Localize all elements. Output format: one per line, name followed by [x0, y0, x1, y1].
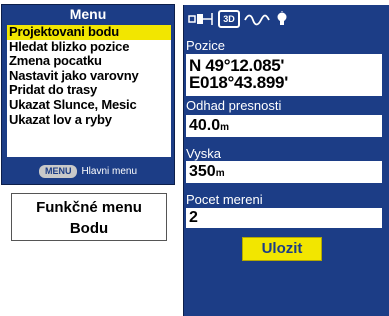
menu-item-hledat-blizko-pozice[interactable]: Hledat blizko pozice [7, 39, 171, 55]
count-field: 2 [186, 208, 382, 228]
save-button[interactable]: Ulozit [242, 237, 322, 261]
accuracy-unit: m [220, 122, 230, 133]
coordinates-field: N 49°12.085' E018°43.899' [186, 54, 382, 96]
pozice-label: Pozice [186, 38, 226, 53]
menu-list: Projektovani bodu Hledat blizko pozice Z… [7, 25, 171, 157]
position-screen: 3D Pozice N 49°12.085' E018°43.899' Odha… [183, 5, 389, 316]
menu-item-pridat-do-trasy[interactable]: Pridat do trasy [7, 83, 171, 98]
menu-screen: Menu Projektovani bodu Hledat blizko poz… [1, 4, 175, 185]
status-bar: 3D [184, 8, 389, 30]
longitude-value: E018°43.899' [189, 73, 288, 92]
menu-item-ukazat-lov-a-ryby[interactable]: Ukazat lov a ryby [7, 112, 171, 128]
accuracy-label: Odhad presnosti [186, 98, 282, 113]
waas-signal-icon [244, 11, 270, 27]
menu-item-zmena-pocatku[interactable]: Zmena pocatku [7, 54, 171, 69]
menu-item-nastavit-jako-varovny[interactable]: Nastavit jako varovny [7, 68, 171, 84]
count-value: 2 [189, 209, 198, 226]
menu-key-badge[interactable]: MENU [38, 164, 78, 178]
backlight-bulb-icon [274, 11, 290, 27]
accuracy-field: 40.0m [186, 115, 382, 137]
altitude-value: 350 [189, 163, 216, 180]
caption-line-2: Bodu [69, 220, 109, 237]
accuracy-value: 40.0 [189, 117, 221, 134]
menu-item-ukazat-slunce-mesic[interactable]: Ukazat Slunce, Mesic [7, 97, 171, 113]
menu-footer-hint: Hlavni menu [81, 165, 138, 177]
satellite-icon [188, 11, 214, 27]
latitude-value: N 49°12.085' [189, 56, 285, 75]
count-label: Pocet mereni [186, 192, 263, 207]
altitude-label: Vyska [186, 146, 221, 161]
caption-line-1: Funkčné menu [36, 199, 142, 216]
menu-item-projektovani-bodu[interactable]: Projektovani bodu [7, 25, 171, 40]
menu-footer: MENU Hlavni menu [2, 163, 174, 179]
altitude-field: 350m [186, 161, 382, 183]
3d-fix-badge: 3D [218, 10, 240, 28]
menu-title: Menu [69, 6, 107, 22]
caption-box: Funkčné menu Bodu [11, 193, 167, 241]
altitude-unit: m [215, 168, 225, 179]
